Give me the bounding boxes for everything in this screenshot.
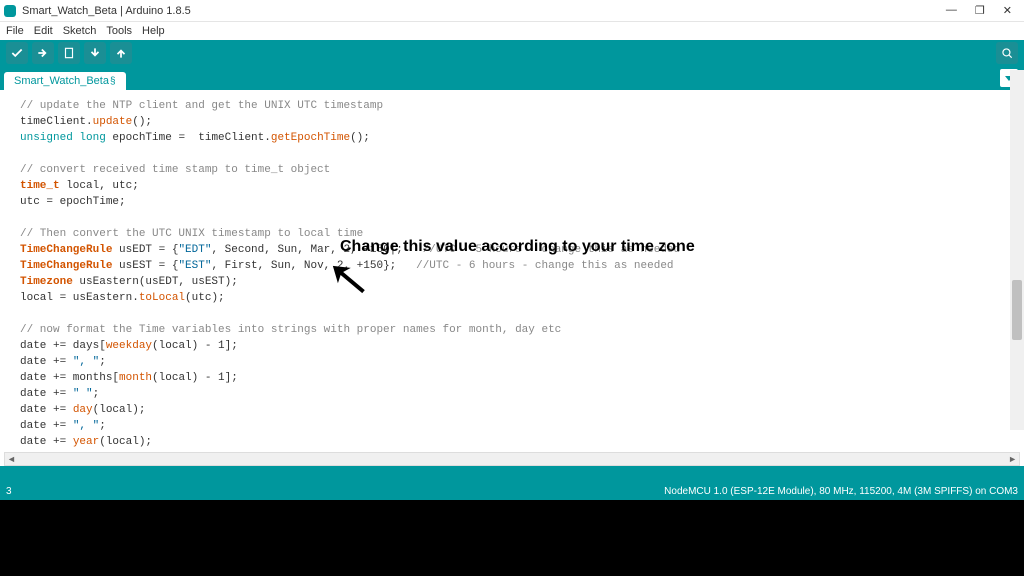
status-line-number: 3	[6, 486, 12, 497]
letterbox-bottom	[0, 500, 1024, 576]
editor-area: // update the NTP client and get the UNI…	[0, 90, 1024, 466]
window-title: Smart_Watch_Beta | Arduino 1.8.5	[22, 5, 191, 17]
menu-help[interactable]: Help	[142, 25, 165, 37]
menu-bar: File Edit Sketch Tools Help	[0, 22, 1024, 40]
verify-button[interactable]	[6, 42, 28, 64]
vertical-scrollbar[interactable]	[1010, 70, 1024, 430]
maximize-button[interactable]: ❐	[975, 4, 985, 17]
tab-label: Smart_Watch_Beta	[14, 75, 109, 87]
horizontal-scrollbar[interactable]: ◄ ►	[4, 452, 1020, 466]
scroll-left-icon[interactable]: ◄	[7, 454, 16, 464]
menu-edit[interactable]: Edit	[34, 25, 53, 37]
window-controls: — ❐ ✕	[946, 4, 1020, 17]
serial-monitor-button[interactable]	[996, 42, 1018, 64]
new-button[interactable]	[58, 42, 80, 64]
save-button[interactable]	[110, 42, 132, 64]
toolbar	[0, 40, 1024, 66]
menu-tools[interactable]: Tools	[106, 25, 132, 37]
arduino-logo-icon	[4, 5, 16, 17]
status-board-info: NodeMCU 1.0 (ESP-12E Module), 80 MHz, 11…	[664, 486, 1018, 497]
tab-section-mark: §	[110, 76, 116, 87]
code-editor[interactable]: // update the NTP client and get the UNI…	[4, 90, 1020, 452]
scroll-right-icon[interactable]: ►	[1008, 454, 1017, 464]
upload-button[interactable]	[32, 42, 54, 64]
minimize-button[interactable]: —	[946, 4, 957, 17]
console-area	[0, 466, 1024, 482]
open-button[interactable]	[84, 42, 106, 64]
close-button[interactable]: ✕	[1003, 4, 1012, 17]
title-bar: Smart_Watch_Beta | Arduino 1.8.5 — ❐ ✕	[0, 0, 1024, 22]
scrollbar-thumb[interactable]	[1012, 280, 1022, 340]
menu-sketch[interactable]: Sketch	[63, 25, 97, 37]
sketch-tab[interactable]: Smart_Watch_Beta§	[4, 72, 126, 90]
tab-strip: Smart_Watch_Beta§	[0, 66, 1024, 90]
menu-file[interactable]: File	[6, 25, 24, 37]
arduino-ide-window: Smart_Watch_Beta | Arduino 1.8.5 — ❐ ✕ F…	[0, 0, 1024, 500]
code-content: // update the NTP client and get the UNI…	[20, 98, 1004, 452]
status-bar: 3 NodeMCU 1.0 (ESP-12E Module), 80 MHz, …	[0, 482, 1024, 500]
